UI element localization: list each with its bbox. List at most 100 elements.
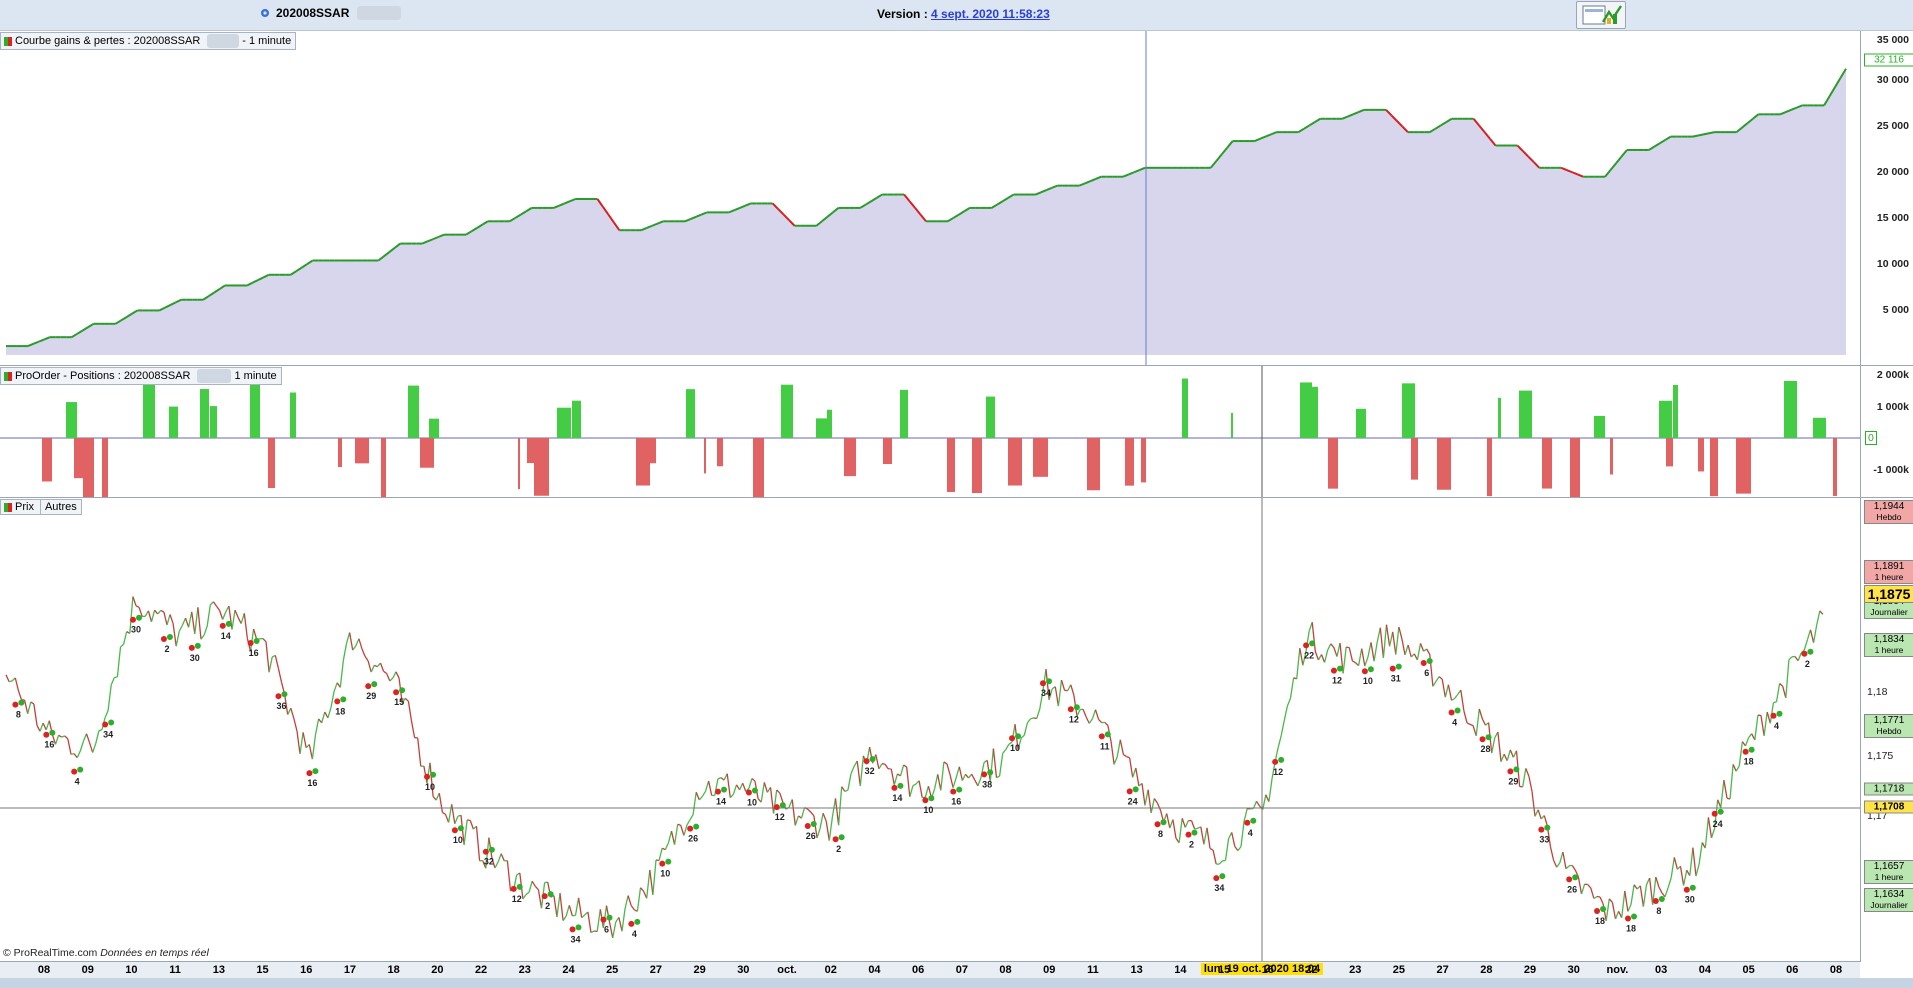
time-axis-label: 15	[1217, 964, 1231, 976]
price-segment	[61, 735, 66, 738]
trade-count-label: 10	[453, 835, 463, 845]
price-segment	[64, 735, 69, 740]
sell-arrow-icon	[1507, 768, 1514, 775]
trade-count-label: 4	[75, 777, 80, 787]
price-segment	[906, 767, 911, 797]
sell-arrow-icon	[569, 926, 576, 933]
tab-prix[interactable]: Prix	[1, 500, 37, 514]
tab-autres[interactable]: Autres	[39, 500, 81, 514]
short-position-bar	[83, 438, 94, 498]
price-segment	[581, 914, 586, 919]
price-segment	[949, 774, 954, 788]
time-axis-label: 23	[518, 964, 531, 976]
price-segment	[1286, 698, 1292, 707]
positions-panel: ProOrder - Positions : 202008SSAR 1 minu…	[0, 365, 1860, 498]
price-segment	[231, 610, 236, 630]
price-segment	[1005, 743, 1010, 750]
price-segment	[1812, 624, 1818, 643]
trade-marker: 36	[275, 691, 288, 711]
price-segment	[965, 773, 970, 779]
price-segment	[1314, 651, 1320, 661]
trade-count-label: 26	[1567, 884, 1577, 894]
price-segment	[358, 638, 363, 650]
price-segment	[243, 613, 249, 639]
price-segment	[404, 697, 409, 702]
time-axis[interactable]: lun. 19 oct. 2020 18:04 08 09 10 11 13 15 16 17…	[0, 961, 1860, 979]
trade-count-label: 31	[1391, 674, 1401, 684]
price-segment	[1543, 815, 1549, 827]
time-axis-label: 13	[1130, 964, 1143, 976]
trade-count-label: 18	[1595, 916, 1605, 926]
buy-arrow-icon	[665, 858, 672, 865]
trade-marker: 31	[1389, 663, 1402, 684]
price-segment	[1370, 642, 1375, 662]
report-chart-icon[interactable]	[1576, 1, 1626, 29]
trade-marker: 33	[1538, 824, 1551, 845]
price-segment	[1190, 820, 1196, 830]
long-position-bar	[1784, 380, 1797, 438]
price-segment	[1500, 753, 1505, 762]
price-segment	[54, 735, 60, 745]
price-segment	[1670, 857, 1675, 878]
sell-arrow-icon	[1448, 709, 1455, 716]
price-segment	[627, 895, 632, 906]
price-segment	[191, 611, 196, 634]
price-segment	[175, 630, 180, 647]
price-segment	[1299, 648, 1304, 666]
price-segment	[556, 893, 561, 918]
price-segment	[274, 655, 280, 669]
price-segment	[1212, 850, 1217, 865]
trade-count-label: 6	[604, 925, 609, 935]
price-segment	[779, 792, 784, 803]
long-position-bar	[986, 396, 995, 438]
trade-count-label: 18	[1626, 924, 1636, 934]
trade-count-label: 8	[1656, 906, 1661, 916]
buy-arrow-icon	[1104, 731, 1111, 738]
price-segment	[1648, 877, 1654, 905]
buy-arrow-icon	[312, 768, 319, 775]
price-segment	[166, 614, 171, 626]
short-position-bar	[1698, 438, 1704, 472]
price-segment	[537, 889, 543, 909]
price-segment	[135, 605, 140, 608]
price-segment	[1451, 697, 1455, 701]
price-segment	[1026, 718, 1032, 724]
short-position-bar	[844, 438, 856, 477]
price-segment	[1614, 911, 1620, 920]
price-segment	[104, 710, 109, 719]
version-link[interactable]: 4 sept. 2020 11:58:23	[931, 7, 1050, 21]
price-segment	[364, 655, 369, 662]
price-segment	[822, 812, 827, 822]
positions-panel-title[interactable]: ProOrder - Positions : 202008SSAR 1 minu…	[0, 367, 282, 385]
price-segment	[612, 921, 617, 939]
trade-count-label: 26	[806, 831, 816, 841]
long-position-bar	[200, 389, 209, 438]
price-segment	[1240, 821, 1245, 847]
price-segment	[977, 777, 982, 787]
trade-marker: 8	[1652, 895, 1665, 916]
trade-count-label: 8	[16, 710, 21, 720]
price-segment	[1379, 627, 1385, 658]
strategy-name[interactable]: 202008SSAR	[258, 6, 402, 20]
time-axis-label: 05	[1742, 964, 1755, 976]
price-segment	[454, 815, 459, 825]
price-segment	[816, 828, 821, 839]
price-segment	[670, 830, 676, 845]
buy-arrow-icon	[1544, 824, 1551, 831]
price-segment	[884, 763, 889, 770]
trade-marker: 2	[541, 891, 554, 911]
time-axis-label: 09	[81, 964, 94, 976]
trade-count-label: 34	[1041, 688, 1051, 698]
price-segment	[1738, 741, 1744, 766]
price-segment	[181, 617, 187, 626]
price-segment	[348, 632, 354, 651]
price-segment	[596, 909, 601, 932]
price-segment	[1537, 809, 1542, 820]
price-segment	[1806, 629, 1812, 640]
trade-count-label: 16	[307, 778, 317, 788]
trade-count-label: 4	[1452, 718, 1457, 728]
equity-panel-title[interactable]: Courbe gains & pertes : 202008SSAR - 1 m…	[0, 32, 297, 50]
price-segment	[172, 623, 177, 647]
price-segment	[1596, 895, 1601, 898]
trade-marker: 16	[306, 768, 319, 788]
